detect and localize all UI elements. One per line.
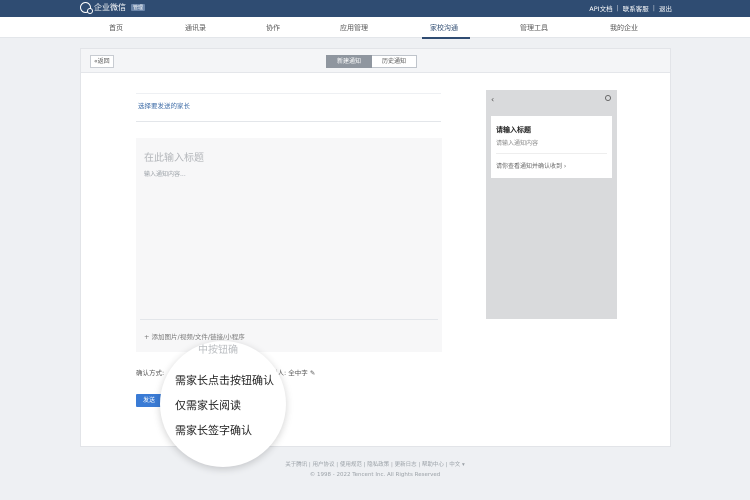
preview-confirm-text: 请你查看通知并确认收到 › (496, 163, 567, 170)
option-click-confirm[interactable]: 需家长点击按钮确认 (175, 372, 274, 388)
contact-support-link[interactable]: 联系客服 (623, 3, 649, 13)
panel-header: «返回 新建通知 历史通知 (81, 49, 670, 73)
back-button[interactable]: «返回 (90, 55, 114, 68)
preview-header: ‹ (486, 90, 617, 112)
confirm-method-dropdown: 中按钮确 需家长点击按钮确认 仅需家长阅读 需家长签字确认 (160, 341, 286, 467)
wecom-logo-icon (80, 2, 93, 14)
main-nav: 首页 通讯录 协作 应用管理 家校沟通 管理工具 我的企业 (0, 17, 750, 39)
top-links: API文档 | 联系客服 | 退出 (589, 3, 672, 13)
nav-my-enterprise[interactable]: 我的企业 (610, 23, 638, 33)
edit-pencil-icon[interactable]: ✎ (310, 369, 315, 377)
option-signature-confirm[interactable]: 需家长签字确认 (175, 422, 252, 438)
admin-badge: 管理 (131, 4, 146, 11)
nav-contacts[interactable]: 通讯录 (185, 23, 206, 33)
option-read-only[interactable]: 仅需家长阅读 (175, 397, 241, 413)
notice-editor: 在此输入标题 输入通知内容... + 添加图片/视频/文件/链接/小程序 (136, 138, 442, 352)
tab-history-notice[interactable]: 历史通知 (372, 55, 418, 68)
nav-active-indicator (422, 37, 470, 39)
select-parents-link[interactable]: 选择要发送的家长 (138, 100, 190, 110)
phone-preview: ‹ 请输入标题 请输入通知内容 请你查看通知并确认收到 › (486, 90, 617, 319)
separator: | (652, 4, 655, 12)
copyright: © 1998 - 2022 Tencent Inc. All Rights Re… (309, 472, 441, 478)
divider (140, 319, 438, 320)
app-name: 企业微信 (94, 3, 126, 12)
confirm-method-label: 确认方式: (136, 369, 165, 377)
top-bar: 企业微信 管理 API文档 | 联系客服 | 退出 (0, 0, 750, 17)
preview-card: 请输入标题 请输入通知内容 请你查看通知并确认收到 › (491, 116, 612, 178)
notice-tabs: 新建通知 历史通知 (326, 55, 418, 68)
divider (496, 153, 607, 154)
add-attachment-button[interactable]: + 添加图片/视频/文件/链接/小程序 (144, 331, 245, 341)
send-button[interactable]: 发送 (136, 394, 162, 407)
nav-management-tools[interactable]: 管理工具 (520, 23, 548, 33)
tab-new-notice[interactable]: 新建通知 (326, 55, 373, 68)
user-icon (605, 95, 611, 101)
preview-content: 请输入通知内容 (496, 140, 539, 147)
title-input[interactable]: 在此输入标题 (144, 149, 204, 164)
dropdown-partial-text: 中按钮确 (198, 345, 238, 356)
divider (136, 121, 441, 122)
footer-links[interactable]: 关于腾讯 | 用户协议 | 使用规范 | 隐私政策 | 更新日志 | 帮助中心 … (0, 460, 750, 468)
content-input[interactable]: 输入通知内容... (144, 169, 186, 178)
nav-app-management[interactable]: 应用管理 (340, 23, 368, 33)
divider (136, 93, 441, 94)
nav-home-school[interactable]: 家校沟通 (430, 23, 458, 33)
logo[interactable]: 企业微信 管理 (80, 2, 146, 14)
separator: | (616, 4, 619, 12)
logout-link[interactable]: 退出 (659, 3, 672, 13)
back-chevron-icon: ‹ (491, 95, 495, 104)
preview-title: 请输入标题 (496, 126, 531, 134)
nav-collaboration[interactable]: 协作 (266, 23, 280, 33)
api-docs-link[interactable]: API文档 (589, 3, 612, 13)
nav-home[interactable]: 首页 (109, 23, 123, 33)
